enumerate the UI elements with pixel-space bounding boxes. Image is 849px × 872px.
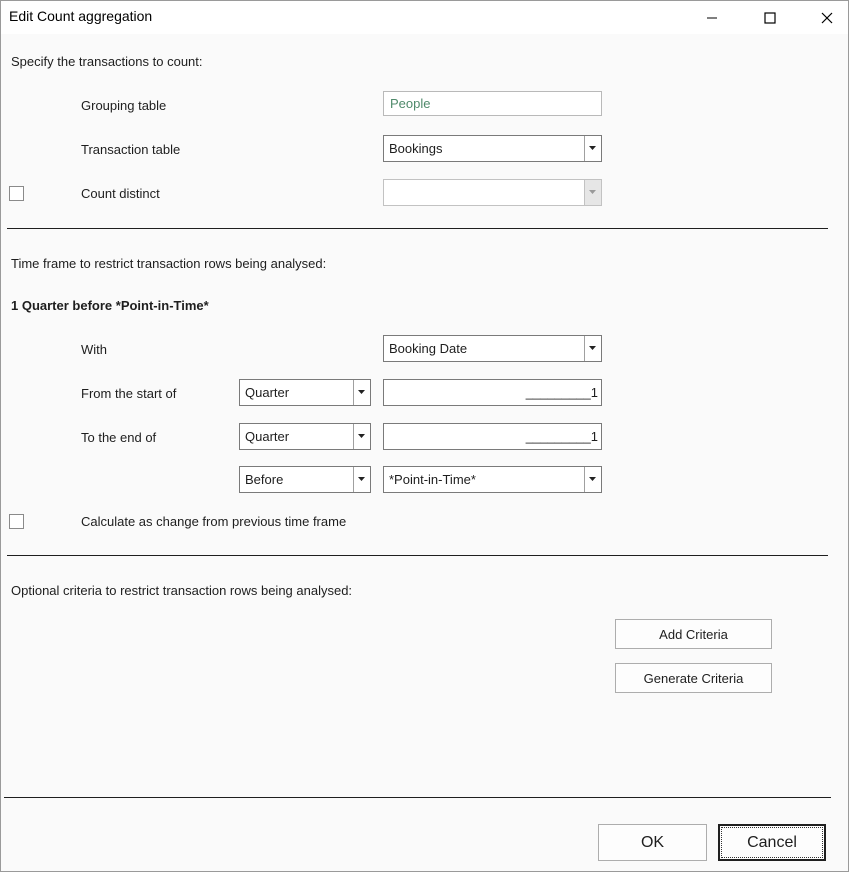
- date-field-select[interactable]: Booking Date: [383, 335, 602, 362]
- to-offset-input[interactable]: _________1: [383, 423, 602, 450]
- with-label: With: [81, 342, 107, 357]
- generate-criteria-button[interactable]: Generate Criteria: [615, 663, 772, 693]
- from-period-select[interactable]: Quarter: [239, 379, 371, 406]
- chevron-down-icon: [584, 467, 601, 492]
- to-period-value: Quarter: [245, 429, 290, 444]
- cancel-button[interactable]: Cancel: [718, 824, 826, 861]
- transaction-table-label: Transaction table: [81, 142, 181, 157]
- to-end-label: To the end of: [81, 430, 157, 445]
- anchor-value: *Point-in-Time*: [389, 472, 476, 487]
- chevron-down-icon: [584, 180, 601, 205]
- from-offset-input[interactable]: _________1: [383, 379, 602, 406]
- calculate-change-label: Calculate as change from previous time f…: [81, 514, 347, 529]
- section-divider: [7, 228, 828, 229]
- transaction-table-select[interactable]: Bookings: [383, 135, 602, 162]
- section-heading-criteria: Optional criteria to restrict transactio…: [11, 583, 353, 598]
- count-distinct-checkbox[interactable]: [9, 186, 24, 201]
- maximize-button[interactable]: [741, 1, 799, 34]
- maximize-icon: [764, 11, 776, 24]
- minimize-button[interactable]: [683, 1, 741, 34]
- chevron-down-icon: [353, 424, 370, 449]
- chevron-down-icon: [353, 380, 370, 405]
- from-start-label: From the start of: [81, 386, 177, 401]
- count-distinct-select[interactable]: [383, 179, 602, 206]
- count-distinct-label: Count distinct: [81, 186, 160, 201]
- time-frame-summary: 1 Quarter before *Point-in-Time*: [11, 298, 209, 313]
- section-heading-transactions: Specify the transactions to count:: [11, 54, 203, 69]
- relation-value: Before: [245, 472, 284, 487]
- title-bar[interactable]: Edit Count aggregation: [1, 1, 848, 34]
- add-criteria-button[interactable]: Add Criteria: [615, 619, 772, 649]
- close-icon: [821, 12, 833, 24]
- minimize-icon: [706, 12, 718, 24]
- chevron-down-icon: [584, 136, 601, 161]
- chevron-down-icon: [353, 467, 370, 492]
- section-divider: [7, 555, 828, 556]
- dialog-window: Edit Count aggregation Specify the trans…: [0, 0, 849, 872]
- grouping-table-field: People: [383, 91, 602, 116]
- chevron-down-icon: [584, 336, 601, 361]
- to-period-select[interactable]: Quarter: [239, 423, 371, 450]
- calculate-change-checkbox[interactable]: [9, 514, 24, 529]
- relation-select[interactable]: Before: [239, 466, 371, 493]
- anchor-select[interactable]: *Point-in-Time*: [383, 466, 602, 493]
- cancel-button-label: Cancel: [747, 833, 797, 851]
- dialog-content: Specify the transactions to count: Group…: [1, 34, 848, 871]
- transaction-table-value: Bookings: [389, 141, 443, 156]
- grouping-table-label: Grouping table: [81, 98, 167, 113]
- window-title: Edit Count aggregation: [9, 8, 153, 24]
- section-heading-time-frame: Time frame to restrict transaction rows …: [11, 256, 327, 271]
- date-field-value: Booking Date: [389, 341, 468, 356]
- ok-button[interactable]: OK: [598, 824, 707, 861]
- footer-divider: [4, 797, 831, 798]
- close-button[interactable]: [798, 1, 849, 34]
- from-period-value: Quarter: [245, 385, 290, 400]
